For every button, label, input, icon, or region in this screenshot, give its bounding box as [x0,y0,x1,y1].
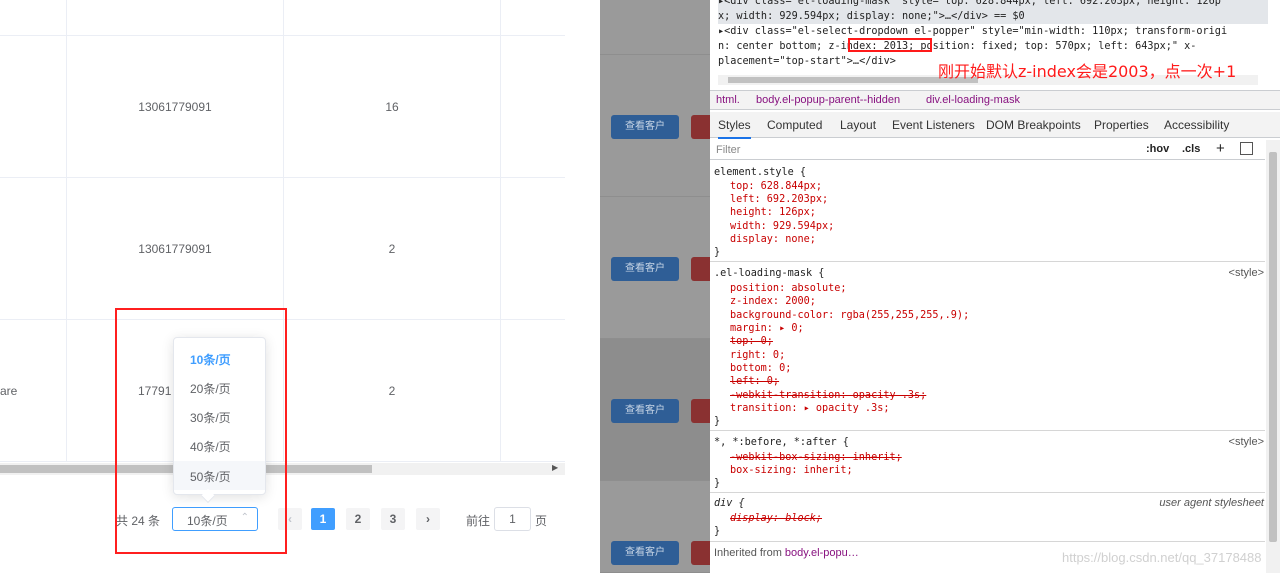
css-property[interactable]: width: 929.594px; [730,220,1280,233]
dom-line[interactable]: x; width: 929.594px; display: none;">…</… [718,9,1268,24]
column-divider [66,0,67,462]
tab-properties[interactable]: Properties [1094,118,1149,132]
tab-styles[interactable]: Styles [718,118,751,139]
annotation-text: 刚开始默认z-index会是2003，点一次+1 [938,62,1237,81]
dom-line[interactable]: n: center bottom; z-index: 2013; positio… [718,39,1268,54]
css-property[interactable]: box-sizing: inherit; [730,464,1280,477]
view-customer-button[interactable]: 查看客户 [611,399,679,423]
phone-cell: 13061779091 [138,100,212,114]
highlight-box [115,308,287,554]
filter-input[interactable]: Filter [716,144,740,156]
breadcrumb-item[interactable]: html. [716,94,740,106]
dom-line[interactable]: ▸<div class="el-select-dropdown el-poppe… [718,24,1268,39]
goto-unit: 页 [535,514,548,528]
css-property[interactable]: display: none; [730,233,1280,246]
scroll-right-icon[interactable]: ▶ [552,463,558,472]
goto-input[interactable]: 1 [494,507,531,531]
rule-selector[interactable]: element.style { [714,166,1264,179]
rule-source: user agent stylesheet [1159,497,1264,509]
inherited-label: Inherited from [714,547,785,559]
view-customer-button[interactable]: 查看客户 [611,115,679,139]
hov-toggle[interactable]: :hov [1146,143,1169,155]
rule-source[interactable]: <style> [1229,436,1264,448]
danger-button[interactable] [691,115,710,139]
rule-close: } [714,416,721,427]
scrollbar-thumb[interactable] [1269,152,1277,542]
sidebar-toggle-icon[interactable] [1240,142,1253,155]
goto-label: 前往 [466,514,491,528]
page-button-2[interactable]: 2 [346,508,370,530]
css-property-overridden[interactable]: -webkit-transition: opacity .3s; [730,389,1280,402]
column-divider [500,0,501,462]
divider [710,261,1265,262]
breadcrumb-item[interactable]: div.el-loading-mask [926,94,1020,106]
css-property-overridden[interactable]: left: 0; [730,375,1280,388]
masked-table-column: 查看客户 查看客户 查看客户 查看客户 [600,0,710,573]
inherited-selector[interactable]: body.el-popu… [785,547,859,559]
divider [710,430,1265,431]
tab-layout[interactable]: Layout [840,118,876,132]
css-property[interactable]: margin: ▸ 0; [730,322,1280,335]
rule-close: } [714,478,721,489]
breadcrumb-item[interactable]: body.el-popup-parent--hidden [756,94,900,106]
divider [710,492,1265,493]
count-cell: 2 [388,242,396,256]
count-cell: 2 [388,384,396,398]
css-property[interactable]: z-index: 2000; [730,295,1280,308]
css-property-overridden[interactable]: -webkit-box-sizing: inherit; [730,451,1280,464]
rule-selector[interactable]: *, *:before, *:after { [714,436,1264,449]
count-cell: 16 [385,100,399,114]
next-page-button[interactable]: › [416,508,440,530]
name-cell: are [0,384,18,398]
danger-button[interactable] [691,399,710,423]
zindex-highlight-box [848,38,932,52]
css-property[interactable]: right: 0; [730,349,1280,362]
divider [710,541,1265,542]
rule-close: } [714,247,721,258]
css-property[interactable]: background-color: rgba(255,255,255,.9); [730,309,1280,322]
css-property[interactable]: transition: ▸ opacity .3s; [730,402,1280,415]
devtools-tabs: Styles Computed Layout Event Listeners D… [710,112,1280,139]
cls-toggle[interactable]: .cls [1182,143,1200,155]
danger-button[interactable] [691,541,710,565]
watermark: https://blog.csdn.net/qq_37178488 [1062,550,1262,565]
styles-filter-bar: Filter :hov .cls + [710,140,1265,160]
phone-cell: 13061779091 [138,242,212,256]
rule-source[interactable]: <style> [1229,267,1264,279]
css-property[interactable]: left: 692.203px; [730,193,1280,206]
css-property[interactable]: top: 628.844px; [730,180,1280,193]
dom-line-selected[interactable]: ▸<div class="el-loading-mask" style="top… [718,0,1268,9]
breadcrumb: html. body.el-popup-parent--hidden div.e… [710,90,1280,110]
masked-row [600,0,710,55]
css-property-overridden[interactable]: top: 0; [730,335,1280,348]
page-button-1[interactable]: 1 [311,508,335,530]
css-property-overridden[interactable]: display: block; [730,512,1280,525]
add-rule-icon[interactable]: + [1216,140,1225,157]
tab-computed[interactable]: Computed [767,118,822,132]
danger-button[interactable] [691,257,710,281]
page-button-3[interactable]: 3 [381,508,405,530]
view-customer-button[interactable]: 查看客户 [611,541,679,565]
tab-event-listeners[interactable]: Event Listeners [892,118,975,132]
rule-close: } [714,526,721,537]
css-property[interactable]: position: absolute; [730,282,1280,295]
tab-dom-breakpoints[interactable]: DOM Breakpoints [986,118,1081,132]
rule-selector[interactable]: .el-loading-mask { [714,267,1264,280]
tab-accessibility[interactable]: Accessibility [1164,118,1229,132]
css-property[interactable]: height: 126px; [730,206,1280,219]
devtools-panel: ▸<div class="el-loading-mask" style="top… [710,0,1280,573]
css-property[interactable]: bottom: 0; [730,362,1280,375]
app-panel: 13061779091 16 13061779091 2 are 17791 2… [0,0,600,573]
view-customer-button[interactable]: 查看客户 [611,257,679,281]
